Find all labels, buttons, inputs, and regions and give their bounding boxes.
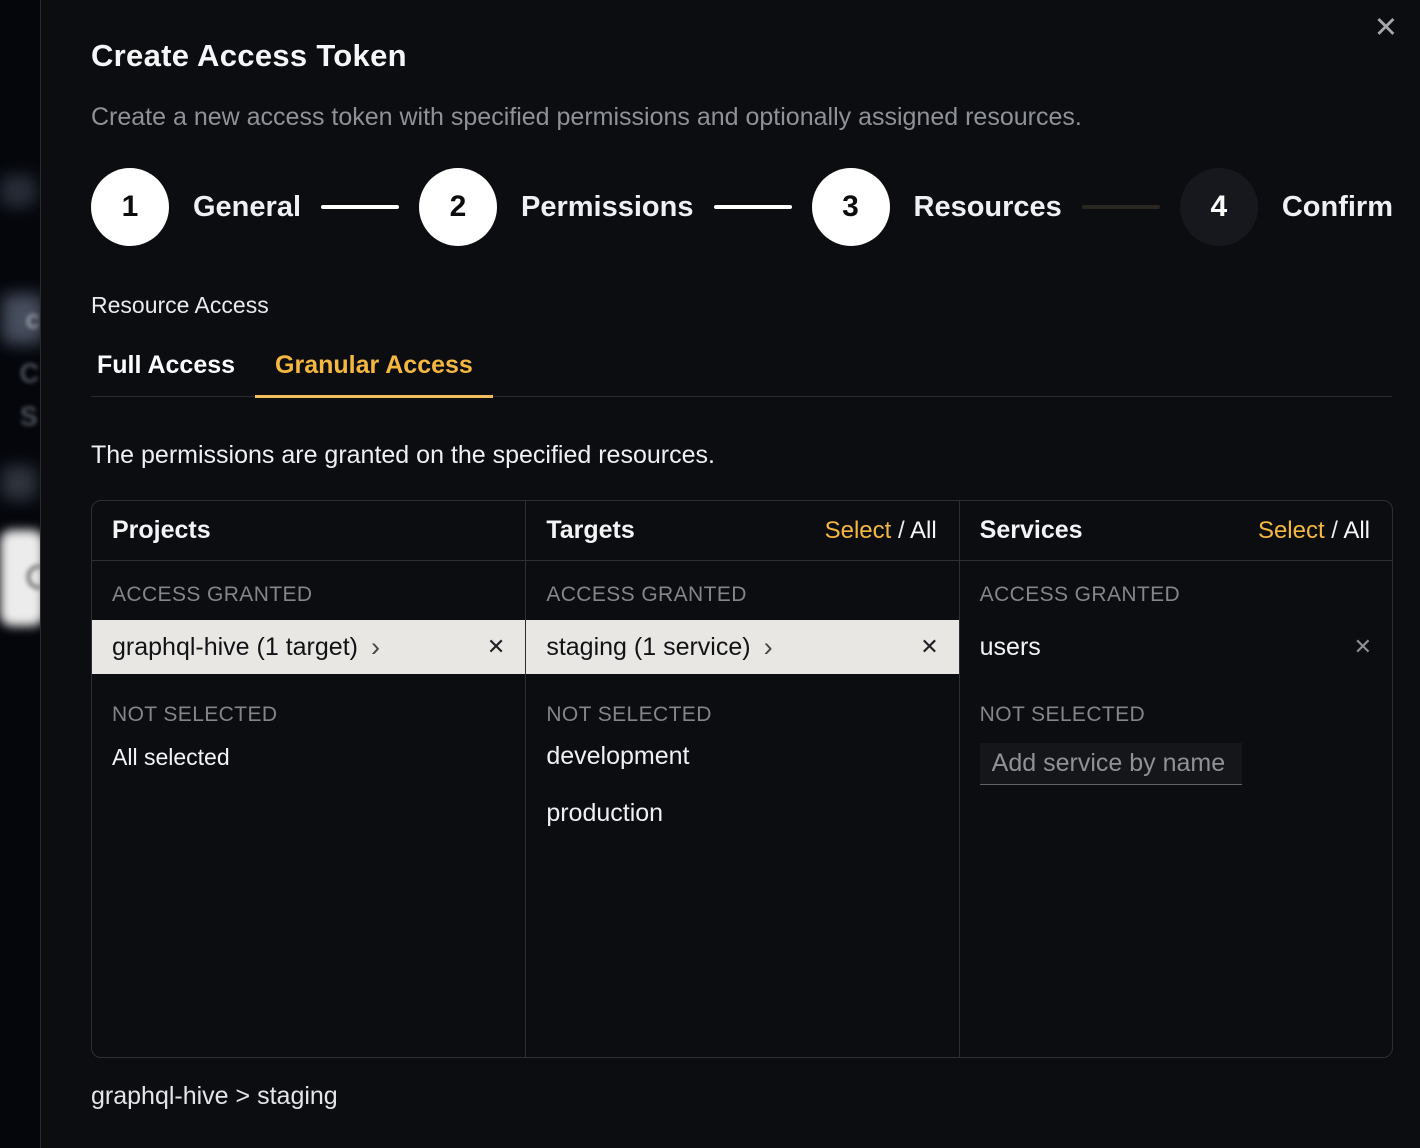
granted-project-row[interactable]: graphql-hive (1 target) › ✕ xyxy=(92,620,525,674)
resource-access-heading: Resource Access xyxy=(91,292,1392,319)
resource-picker-table: Projects ACCESS GRANTED graphql-hive (1 … xyxy=(91,500,1393,1058)
step-general[interactable]: 1 General xyxy=(91,168,301,246)
step-number: 3 xyxy=(842,190,859,224)
projects-header-label: Projects xyxy=(112,516,211,545)
step-permissions[interactable]: 2 Permissions xyxy=(419,168,693,246)
remove-icon[interactable]: ✕ xyxy=(1354,636,1372,658)
remove-icon[interactable]: ✕ xyxy=(920,636,938,658)
not-selected-label: NOT SELECTED xyxy=(546,703,938,727)
services-select-link[interactable]: Select xyxy=(1258,517,1325,544)
breadcrumb: graphql-hive > staging xyxy=(91,1082,1392,1111)
chevron-right-icon[interactable]: › xyxy=(371,634,380,661)
granted-service-row[interactable]: users ✕ xyxy=(960,620,1392,674)
step-label: General xyxy=(193,191,301,224)
step-confirm[interactable]: 4 Confirm xyxy=(1180,168,1393,246)
services-select-all: Select / All xyxy=(1258,517,1370,545)
remove-icon[interactable]: ✕ xyxy=(487,636,505,658)
slash-separator: / xyxy=(1325,517,1344,544)
backdrop-strip: c C S xyxy=(0,0,41,1148)
targets-column: Targets Select / All ACCESS GRANTED stag… xyxy=(525,501,958,1057)
granted-target-row[interactable]: staging (1 service) › ✕ xyxy=(526,620,958,674)
step-label: Resources xyxy=(914,191,1062,224)
backdrop-blur-blob xyxy=(0,175,36,207)
step-resources[interactable]: 3 Resources xyxy=(812,168,1062,246)
targets-select-all: Select / All xyxy=(825,517,937,545)
access-granted-label: ACCESS GRANTED xyxy=(546,583,938,607)
targets-header-label: Targets xyxy=(546,516,634,545)
access-granted-label: ACCESS GRANTED xyxy=(112,583,505,607)
backdrop-letter: c xyxy=(26,304,39,335)
tab-granular-access[interactable]: Granular Access xyxy=(255,351,493,398)
resource-access-tabs: Full Access Granular Access xyxy=(91,351,1392,397)
services-all-link[interactable]: All xyxy=(1343,517,1370,544)
step-number: 2 xyxy=(450,190,467,224)
backdrop-letter: C xyxy=(20,358,39,389)
all-selected-note: All selected xyxy=(112,744,505,771)
step-connector xyxy=(714,205,792,209)
target-item-production[interactable]: production xyxy=(546,784,938,841)
step-number: 4 xyxy=(1211,190,1228,224)
targets-column-header: Targets Select / All xyxy=(526,501,958,561)
granted-service-label: users xyxy=(980,633,1041,662)
backdrop-blur-blob xyxy=(1,466,37,500)
add-service-input[interactable] xyxy=(980,743,1242,785)
resource-description: The permissions are granted on the speci… xyxy=(91,441,1392,470)
breadcrumb-separator: > xyxy=(229,1082,258,1110)
not-selected-label: NOT SELECTED xyxy=(112,703,505,727)
tab-full-access[interactable]: Full Access xyxy=(91,351,255,398)
step-circle: 2 xyxy=(419,168,497,246)
services-column-header: Services Select / All xyxy=(960,501,1392,561)
granted-project-label: graphql-hive (1 target) xyxy=(112,633,358,662)
step-circle: 4 xyxy=(1180,168,1258,246)
close-icon[interactable]: ✕ xyxy=(1374,14,1398,43)
step-circle: 1 xyxy=(91,168,169,246)
dialog-subtitle: Create a new access token with specified… xyxy=(91,103,1392,132)
target-item-development[interactable]: development xyxy=(546,727,938,784)
step-label: Permissions xyxy=(521,191,693,224)
slash-separator: / xyxy=(891,517,910,544)
granted-target-label: staging (1 service) xyxy=(546,633,750,662)
step-connector xyxy=(1082,205,1160,209)
projects-column: Projects ACCESS GRANTED graphql-hive (1 … xyxy=(92,501,525,1057)
chevron-right-icon[interactable]: › xyxy=(764,634,773,661)
targets-all-link[interactable]: All xyxy=(910,517,937,544)
services-header-label: Services xyxy=(980,516,1083,545)
services-column: Services Select / All ACCESS GRANTED use… xyxy=(959,501,1392,1057)
step-label: Confirm xyxy=(1282,191,1393,224)
breadcrumb-target: staging xyxy=(257,1082,338,1110)
breadcrumb-project: graphql-hive xyxy=(91,1082,229,1110)
dialog-title: Create Access Token xyxy=(91,38,1392,74)
step-number: 1 xyxy=(122,190,139,224)
projects-column-header: Projects xyxy=(92,501,525,561)
backdrop-letter: S xyxy=(20,401,37,432)
step-connector xyxy=(321,205,399,209)
not-selected-label: NOT SELECTED xyxy=(980,703,1372,727)
targets-select-link[interactable]: Select xyxy=(825,517,892,544)
create-access-token-dialog: ✕ Create Access Token Create a new acces… xyxy=(40,0,1420,1148)
access-granted-label: ACCESS GRANTED xyxy=(980,583,1372,607)
step-circle: 3 xyxy=(812,168,890,246)
stepper: 1 General 2 Permissions 3 Resources 4 Co… xyxy=(91,168,1393,246)
